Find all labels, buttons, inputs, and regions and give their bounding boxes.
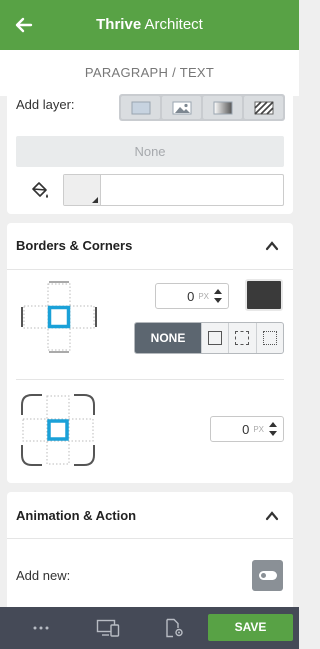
solid-border-icon: [208, 331, 223, 345]
inner-divider: [16, 379, 284, 380]
pattern-icon: [253, 100, 274, 115]
brand-bold: Thrive: [96, 16, 142, 33]
section-divider: [7, 269, 293, 270]
solid-color-icon: [131, 101, 150, 114]
dotted-border-icon: [262, 331, 277, 345]
add-animation-button[interactable]: [252, 560, 283, 591]
pattern-layer-button[interactable]: [244, 96, 283, 119]
image-icon: [172, 101, 191, 114]
top-bar: Thrive Architect: [0, 0, 299, 50]
animation-section-title: Animation & Action: [16, 508, 137, 523]
corner-radius-value: 0: [242, 421, 250, 437]
border-sides-selector[interactable]: [20, 280, 98, 354]
element-breadcrumb: PARAGRAPH / TEXT: [0, 50, 299, 96]
app-title: Thrive Architect: [0, 16, 299, 33]
solid-color-layer-button[interactable]: [121, 96, 160, 119]
save-button[interactable]: SAVE: [208, 614, 293, 641]
border-width-value: 0: [187, 288, 195, 304]
border-style-dotted-button[interactable]: [255, 323, 283, 353]
border-width-input[interactable]: 0 PX: [155, 283, 229, 309]
more-dots-icon[interactable]: [28, 607, 54, 649]
animation-action-panel: Animation & Action Add new:: [7, 492, 293, 607]
background-color-swatch[interactable]: [64, 175, 101, 205]
page-settings-icon[interactable]: [161, 607, 187, 649]
corner-radius-unit: PX: [253, 424, 264, 434]
border-style-solid-button[interactable]: [201, 323, 228, 353]
chevron-up-icon[interactable]: [265, 239, 279, 253]
borders-corners-panel: Borders & Corners 0 PX NONE 0 PX: [7, 223, 293, 483]
gradient-icon: [213, 101, 232, 114]
layers-empty-state: None: [16, 136, 284, 167]
toggle-icon: [259, 571, 277, 580]
paint-bucket-icon: [32, 182, 48, 198]
add-layer-label: Add layer:: [16, 97, 75, 112]
bottom-toolbar: SAVE: [0, 607, 299, 649]
border-style-none-button[interactable]: NONE: [135, 323, 201, 353]
responsive-devices-icon[interactable]: [94, 607, 122, 649]
corner-radius-input[interactable]: 0 PX: [210, 416, 284, 442]
border-color-swatch[interactable]: [245, 279, 283, 311]
stepper-icon[interactable]: [267, 420, 279, 438]
image-layer-button[interactable]: [162, 96, 201, 119]
dashed-border-icon: [235, 331, 250, 345]
swatch-corner-icon: [92, 197, 98, 203]
brand-rest: Architect: [141, 16, 203, 33]
layer-type-group: [119, 94, 285, 121]
section-divider: [7, 538, 293, 539]
chevron-up-icon[interactable]: [265, 509, 279, 523]
border-style-dashed-button[interactable]: [228, 323, 255, 353]
border-width-unit: PX: [198, 291, 209, 301]
add-new-label: Add new:: [16, 568, 71, 583]
border-style-group: NONE: [134, 322, 284, 354]
gradient-layer-button[interactable]: [203, 96, 242, 119]
background-panel: Add layer: None: [7, 94, 293, 214]
background-color-field[interactable]: [63, 174, 284, 206]
borders-section-title: Borders & Corners: [16, 238, 133, 253]
stepper-icon[interactable]: [212, 287, 224, 305]
corner-radius-selector[interactable]: [20, 393, 96, 467]
